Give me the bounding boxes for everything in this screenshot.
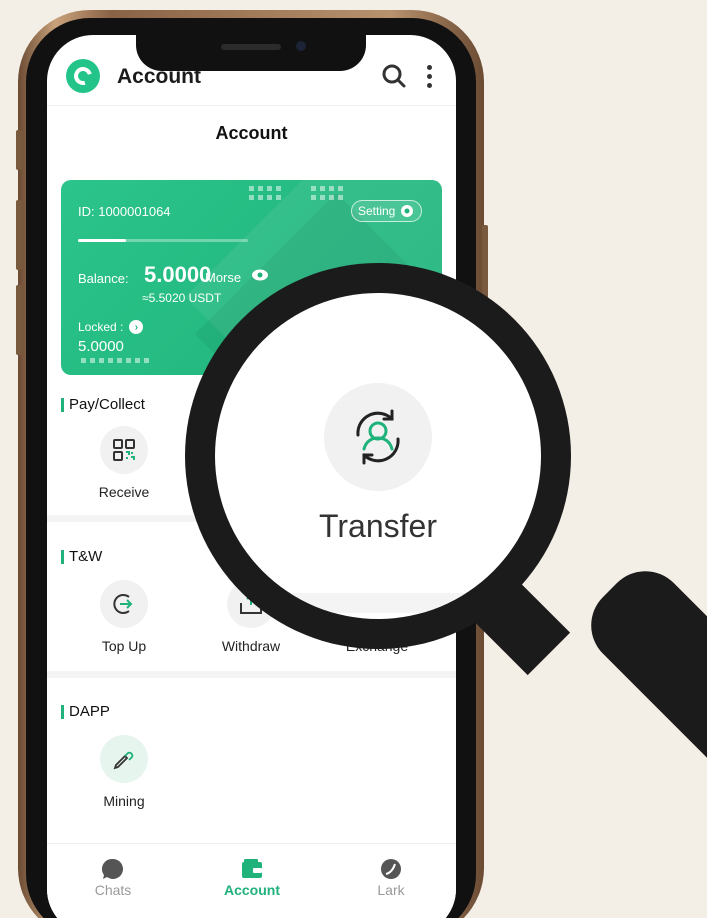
locked-label: Locked :	[78, 320, 124, 334]
balance-value: 5.0000	[144, 262, 212, 287]
divider	[47, 105, 456, 106]
app-logo-icon	[66, 59, 100, 93]
receive-action[interactable]: Receive	[79, 426, 169, 500]
top-up-label: Top Up	[101, 638, 147, 654]
tab-lark[interactable]: Lark	[341, 856, 441, 898]
receive-label: Receive	[98, 484, 150, 500]
gear-icon	[401, 205, 414, 217]
tab-chats-label: Chats	[94, 882, 132, 898]
phone-speaker	[221, 44, 281, 50]
top-up-action[interactable]: Top Up	[79, 580, 169, 654]
mute-switch	[16, 130, 22, 170]
volume-down-button	[16, 285, 22, 355]
section-title-pay-collect: Pay/Collect	[61, 397, 145, 412]
usdt-equivalent: ≈5.5020 USDT	[142, 291, 222, 305]
search-icon[interactable]	[381, 63, 407, 94]
balance-unit: Morse	[205, 270, 242, 285]
page-title: Account	[215, 123, 288, 143]
section-title-tw: T&W	[61, 549, 102, 564]
volume-up-button	[16, 200, 22, 270]
qr-code-icon	[100, 426, 148, 474]
balance-label: Balance:	[78, 271, 129, 286]
more-vertical-icon[interactable]	[427, 65, 433, 88]
top-up-icon	[100, 580, 148, 628]
chat-bubble-icon	[63, 856, 163, 882]
transfer-label: Transfer	[319, 508, 437, 544]
decorative-dots	[81, 358, 149, 363]
phone-notch	[136, 35, 366, 71]
section-title-dapp: DAPP	[61, 704, 110, 719]
mining-label: Mining	[103, 793, 145, 809]
lark-icon	[341, 856, 441, 882]
wallet-icon	[202, 856, 302, 882]
section-divider	[215, 593, 541, 613]
tab-account-label: Account	[224, 882, 280, 898]
phone-camera	[296, 41, 306, 51]
section-divider	[47, 671, 456, 678]
decorative-dots	[249, 186, 281, 200]
chevron-right-icon: ›	[129, 320, 144, 334]
tab-account[interactable]: Account	[202, 856, 302, 898]
locked-row[interactable]: Locked : ›	[78, 320, 144, 334]
card-progress-bar	[78, 239, 248, 242]
bottom-tab-bar: Chats Account Lark	[47, 843, 456, 918]
mining-action[interactable]: Mining	[79, 735, 169, 809]
withdraw-label: Withdraw	[221, 638, 281, 654]
magnifier-lens: Transfer	[215, 293, 541, 619]
decorative-dots	[311, 186, 343, 200]
eye-icon[interactable]	[251, 268, 269, 286]
scene: Account Account ID: 1000001064 Setting B…	[0, 0, 707, 918]
tab-chats[interactable]: Chats	[63, 856, 163, 898]
tab-lark-label: Lark	[377, 882, 405, 898]
account-id: ID: 1000001064	[78, 204, 171, 219]
mining-icon	[100, 735, 148, 783]
setting-button[interactable]: Setting	[351, 200, 423, 222]
locked-value: 5.0000	[78, 338, 124, 355]
setting-label: Setting	[358, 204, 396, 218]
transfer-user-icon[interactable]	[324, 383, 432, 491]
magnifier-handle	[574, 554, 707, 788]
